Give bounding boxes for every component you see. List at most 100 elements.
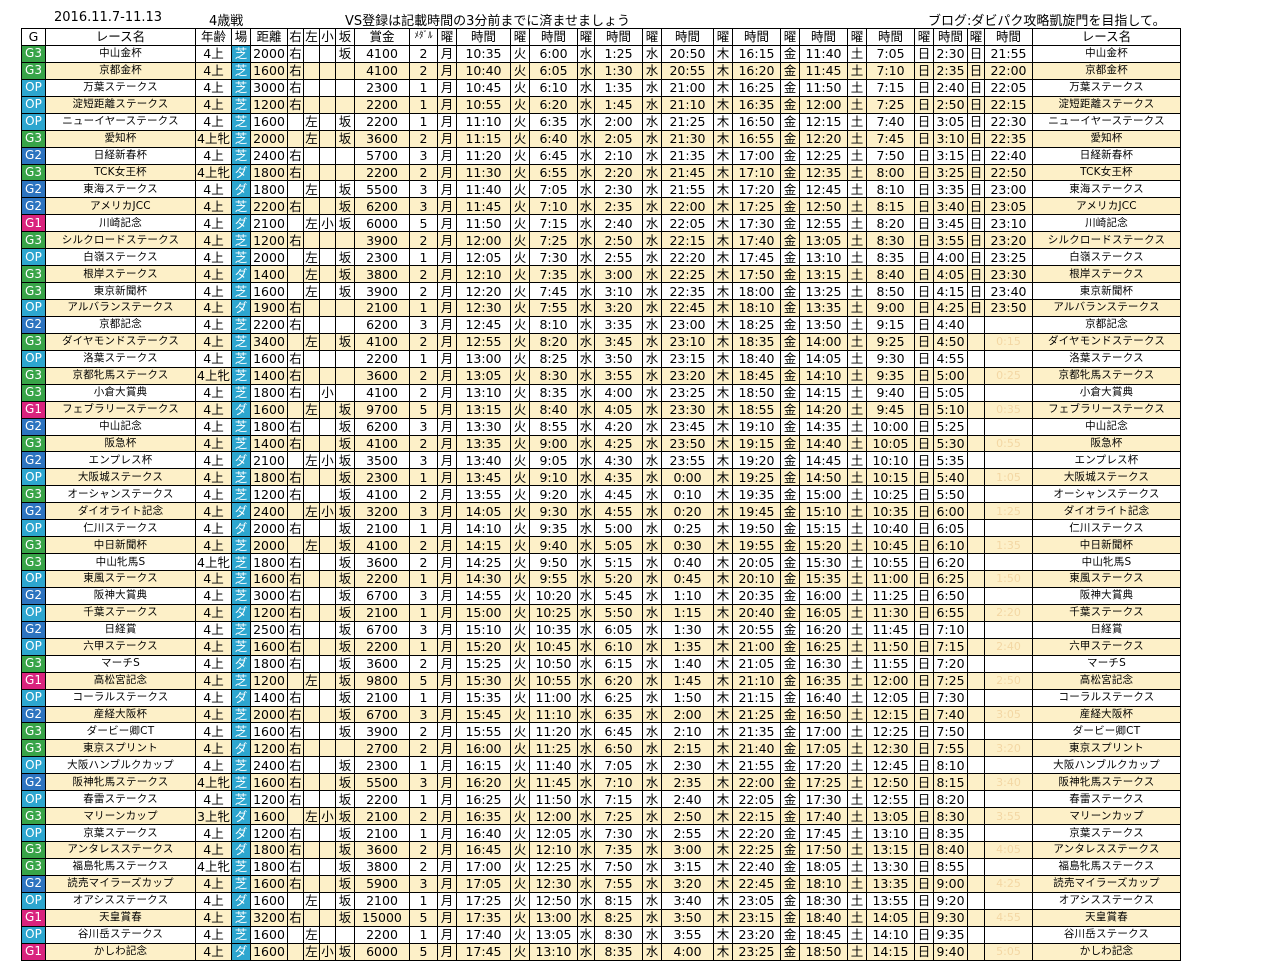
- left-turn-cell: [303, 722, 320, 741]
- time-cell: 12:00: [799, 95, 848, 114]
- time-cell: 23:45: [661, 417, 714, 436]
- time-cell: 23:20: [984, 231, 1033, 250]
- right-turn-cell: [287, 671, 304, 690]
- track-cell: 芝: [231, 129, 251, 148]
- time-cell: 22:25: [661, 265, 714, 284]
- day-cell: 水: [577, 908, 595, 927]
- time-cell: 8:30: [529, 366, 578, 385]
- day-cell: 月: [437, 756, 457, 775]
- age-cell: 4上: [195, 824, 232, 842]
- time-cell: 11:50: [799, 78, 848, 97]
- column-header: 年齢: [195, 28, 232, 46]
- time-cell: 13:55: [866, 891, 915, 910]
- day-cell: 火: [510, 61, 530, 80]
- race-name: マーチS: [45, 654, 196, 673]
- prize-cell: 2200: [354, 95, 410, 114]
- time-cell: 23:20: [732, 925, 781, 944]
- time-cell: 2:50: [933, 95, 968, 114]
- small-track-cell: [319, 282, 336, 300]
- right-turn-cell: [287, 400, 304, 419]
- time-cell: 12:55: [866, 790, 915, 809]
- race-name-right: シルクロードステークス: [1032, 231, 1181, 250]
- day-cell: 金: [780, 586, 800, 605]
- grade-badge: G1: [21, 400, 46, 419]
- age-cell: 4上: [195, 942, 232, 961]
- medal-cell: 1: [409, 349, 438, 368]
- hill-cell: 坂: [335, 688, 355, 707]
- time-cell: 1:30: [661, 620, 714, 639]
- right-turn-cell: 右: [287, 417, 304, 436]
- day-cell: 土: [847, 688, 867, 707]
- race-name-right: 東風ステークス: [1032, 570, 1181, 588]
- grade-badge: G1: [21, 671, 46, 690]
- day-cell: 火: [510, 231, 530, 250]
- age-cell: 4上: [195, 502, 232, 521]
- distance-cell: 2000: [250, 129, 288, 148]
- time-cell: 13:05: [456, 366, 511, 385]
- right-turn-cell: 右: [287, 603, 304, 622]
- small-track-cell: [319, 197, 336, 216]
- grade-badge: G2: [21, 874, 46, 893]
- race-name: 淀短距離ステークス: [45, 95, 196, 114]
- right-turn-cell: 右: [287, 908, 304, 927]
- day-cell: 火: [510, 570, 530, 588]
- time-cell: 2:00: [661, 705, 714, 724]
- age-cell: 4上: [195, 688, 232, 707]
- race-name-right: 東京スプリント: [1032, 739, 1181, 758]
- prize-cell: 2300: [354, 78, 410, 97]
- age-cell: 4上: [195, 908, 232, 927]
- prize-cell: 3800: [354, 265, 410, 284]
- small-track-cell: [319, 874, 336, 893]
- prize-cell: 2100: [354, 807, 410, 826]
- time-cell: 9:50: [529, 553, 578, 571]
- grade-badge: OP: [21, 299, 46, 317]
- day-cell: 土: [847, 637, 867, 656]
- time-cell: 22:35: [984, 129, 1033, 148]
- medal-cell: 2: [409, 383, 438, 402]
- grade-badge: G3: [21, 722, 46, 741]
- distance-cell: 1800: [250, 654, 288, 673]
- time-cell: 23:05: [732, 891, 781, 910]
- race-row: OP オアシスステークス 4上ダ 1600 左坂 2100 1 月 17:25 火 12:50 水 8:…: [21, 891, 1181, 910]
- left-turn-cell: 左: [303, 248, 320, 267]
- distance-cell: 3000: [250, 586, 288, 605]
- grade-badge: G3: [21, 282, 46, 300]
- day-cell: 日: [914, 502, 934, 521]
- distance-cell: 1800: [250, 383, 288, 402]
- time-cell: 6:20: [933, 553, 968, 571]
- time-cell: 23:10: [661, 332, 714, 351]
- prize-cell: 3600: [354, 366, 410, 385]
- left-turn-cell: [303, 874, 320, 893]
- race-name-right: 阪急杯: [1032, 434, 1181, 453]
- time-cell: 15:25: [456, 654, 511, 673]
- time-cell: 4:35: [594, 468, 643, 487]
- track-cell: 芝: [231, 857, 251, 876]
- day-cell: 水: [642, 315, 662, 334]
- track-cell: ダ: [231, 519, 251, 538]
- distance-cell: 2400: [250, 502, 288, 521]
- race-name-right: 産経大阪杯: [1032, 705, 1181, 724]
- left-turn-cell: 左: [303, 807, 320, 826]
- day-cell: 日: [914, 400, 934, 419]
- race-name-right: アメリカJCC: [1032, 197, 1181, 216]
- left-turn-cell: [303, 417, 320, 436]
- time-cell: 4:45: [594, 485, 643, 504]
- day-cell: 火: [510, 654, 530, 673]
- time-cell: 23:15: [732, 908, 781, 927]
- prize-cell: 5700: [354, 146, 410, 165]
- day-cell: 金: [780, 417, 800, 436]
- age-cell: 4上: [195, 265, 232, 284]
- time-cell: 12:30: [529, 874, 578, 893]
- time-cell: 8:15: [933, 773, 968, 792]
- day-cell: 水: [577, 519, 595, 538]
- time-cell: 21:35: [661, 146, 714, 165]
- hill-cell: 坂: [335, 942, 355, 961]
- day-cell: 水: [577, 332, 595, 351]
- day-cell: 水: [577, 129, 595, 148]
- time-cell: 17:45: [799, 824, 848, 842]
- distance-cell: 2000: [250, 705, 288, 724]
- left-turn-cell: [303, 44, 320, 63]
- time-cell: 16:25: [456, 790, 511, 809]
- time-cell: 12:00: [456, 231, 511, 250]
- small-track-cell: [319, 332, 336, 351]
